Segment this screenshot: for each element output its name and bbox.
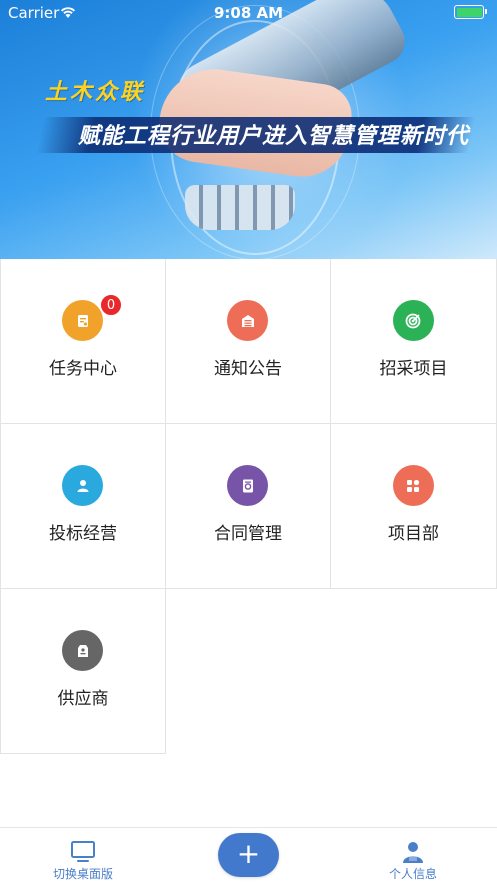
- brand-title: 土木众联: [45, 80, 146, 105]
- add-button[interactable]: +: [218, 833, 279, 877]
- task-icon: [62, 300, 103, 341]
- robot-fingers-image: [185, 185, 295, 230]
- contract-icon: [227, 465, 268, 506]
- supplier-icon: [62, 630, 103, 671]
- module-supplier[interactable]: 供应商: [0, 589, 166, 754]
- status-bar: Carrier 9:08 AM: [0, 0, 497, 26]
- module-project-dept[interactable]: 项目部: [331, 424, 497, 589]
- module-label: 任务中心: [49, 359, 117, 379]
- switch-desktop-tab[interactable]: 切换桌面版: [43, 828, 123, 883]
- monitor-icon: [71, 841, 95, 862]
- module-label: 通知公告: [214, 359, 282, 379]
- module-notice[interactable]: 通知公告: [166, 259, 331, 424]
- module-task-center[interactable]: 0 任务中心: [0, 259, 166, 424]
- module-label: 招采项目: [379, 359, 448, 379]
- person-icon: [62, 465, 103, 506]
- module-label: 供应商: [57, 689, 109, 709]
- tab-bar: 切换桌面版 + 个人信息: [0, 827, 497, 883]
- notice-icon: [227, 300, 268, 341]
- banner-slogan: 赋能工程行业用户进入智慧管理新时代: [78, 124, 470, 149]
- module-bidding[interactable]: 投标经营: [0, 424, 166, 589]
- target-icon: [392, 300, 434, 341]
- apps-icon: [392, 465, 434, 506]
- profile-tab[interactable]: 个人信息: [373, 828, 453, 883]
- module-contract[interactable]: 合同管理: [166, 424, 331, 589]
- banner[interactable]: 土木众联 赋能工程行业用户进入智慧管理新时代: [0, 0, 497, 259]
- module-grid: 0 任务中心 通知公告 招采项目 投标经营 合同管理 项目部 供应商: [0, 259, 497, 754]
- user-profile-icon: [403, 842, 423, 863]
- task-count-badge: 0: [100, 294, 122, 316]
- module-label: 合同管理: [214, 524, 282, 544]
- battery-icon: [454, 5, 487, 19]
- profile-label: 个人信息: [388, 867, 437, 881]
- module-procurement[interactable]: 招采项目: [331, 259, 497, 424]
- module-label: 项目部: [388, 524, 439, 544]
- switch-desktop-label: 切换桌面版: [52, 867, 113, 881]
- status-time: 9:08 AM: [213, 4, 284, 22]
- module-label: 投标经营: [49, 524, 117, 544]
